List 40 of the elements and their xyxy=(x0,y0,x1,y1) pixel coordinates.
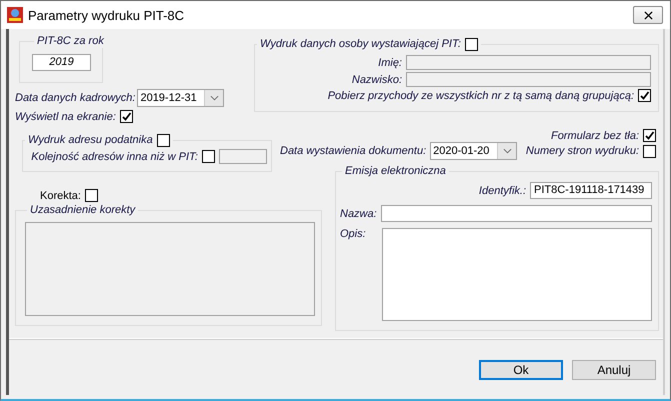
app-icon xyxy=(7,7,23,23)
field-label: Nazwa: xyxy=(340,208,377,220)
checkbox[interactable] xyxy=(643,129,656,142)
field-label: Data wystawienia dokumentu: xyxy=(280,145,426,157)
checkbox[interactable] xyxy=(643,144,656,158)
checkbox[interactable] xyxy=(120,110,133,123)
group-label: Emisja elektroniczna xyxy=(345,165,446,178)
checkbox[interactable] xyxy=(464,38,478,51)
checkbox-label: Formularz bez tła: xyxy=(550,130,639,142)
field-label: Opis: xyxy=(340,228,366,240)
checkbox-label: Numery stron wydruku: xyxy=(526,145,639,157)
checkbox-label: Pobierz przychody ze wszystkich nr z tą samą daną grupującą: xyxy=(328,90,634,102)
checkbox[interactable] xyxy=(202,150,215,163)
name-field[interactable] xyxy=(380,205,652,222)
group-label: Uzasadnienie korekty xyxy=(30,204,136,217)
field-label: Data danych kadrowych: xyxy=(15,92,136,104)
window-title: Parametry wydruku PIT-8C xyxy=(28,8,184,22)
chevron-down-icon xyxy=(502,148,512,154)
field-label: Nazwisko: xyxy=(352,74,402,86)
close-icon xyxy=(644,10,652,20)
close-button[interactable] xyxy=(633,6,663,24)
description-text-area[interactable] xyxy=(382,228,652,321)
checkbox-label: Korekta: xyxy=(40,190,81,202)
field-label: Imię: xyxy=(378,56,402,68)
checkbox[interactable] xyxy=(156,134,170,147)
field-label: Identyfik.: xyxy=(478,184,526,196)
ok-button[interactable]: Ok xyxy=(479,360,563,380)
checkbox[interactable] xyxy=(84,189,98,202)
chevron-down-icon xyxy=(210,95,219,101)
group-label: Wydruk danych osoby wystawiającej PIT: xyxy=(260,38,461,51)
group-label: PIT-8C za rok xyxy=(37,35,104,48)
checkbox-label: Kolejność adresów inna niż w PIT: xyxy=(31,150,198,162)
date-dropdown[interactable]: 2020-01-20 xyxy=(430,142,518,160)
date-dropdown[interactable]: 2019-12-31 xyxy=(137,89,224,107)
year-field[interactable]: 2019 xyxy=(32,54,91,71)
cancel-button[interactable]: Anuluj xyxy=(572,360,656,380)
identifier-field[interactable]: PIT8C-191118-171439 xyxy=(530,182,652,199)
group-label: Wydruk adresu podatnika xyxy=(28,134,153,147)
checkbox-label: Wyświetl na ekranie: xyxy=(15,110,116,122)
checkbox[interactable] xyxy=(638,89,651,102)
